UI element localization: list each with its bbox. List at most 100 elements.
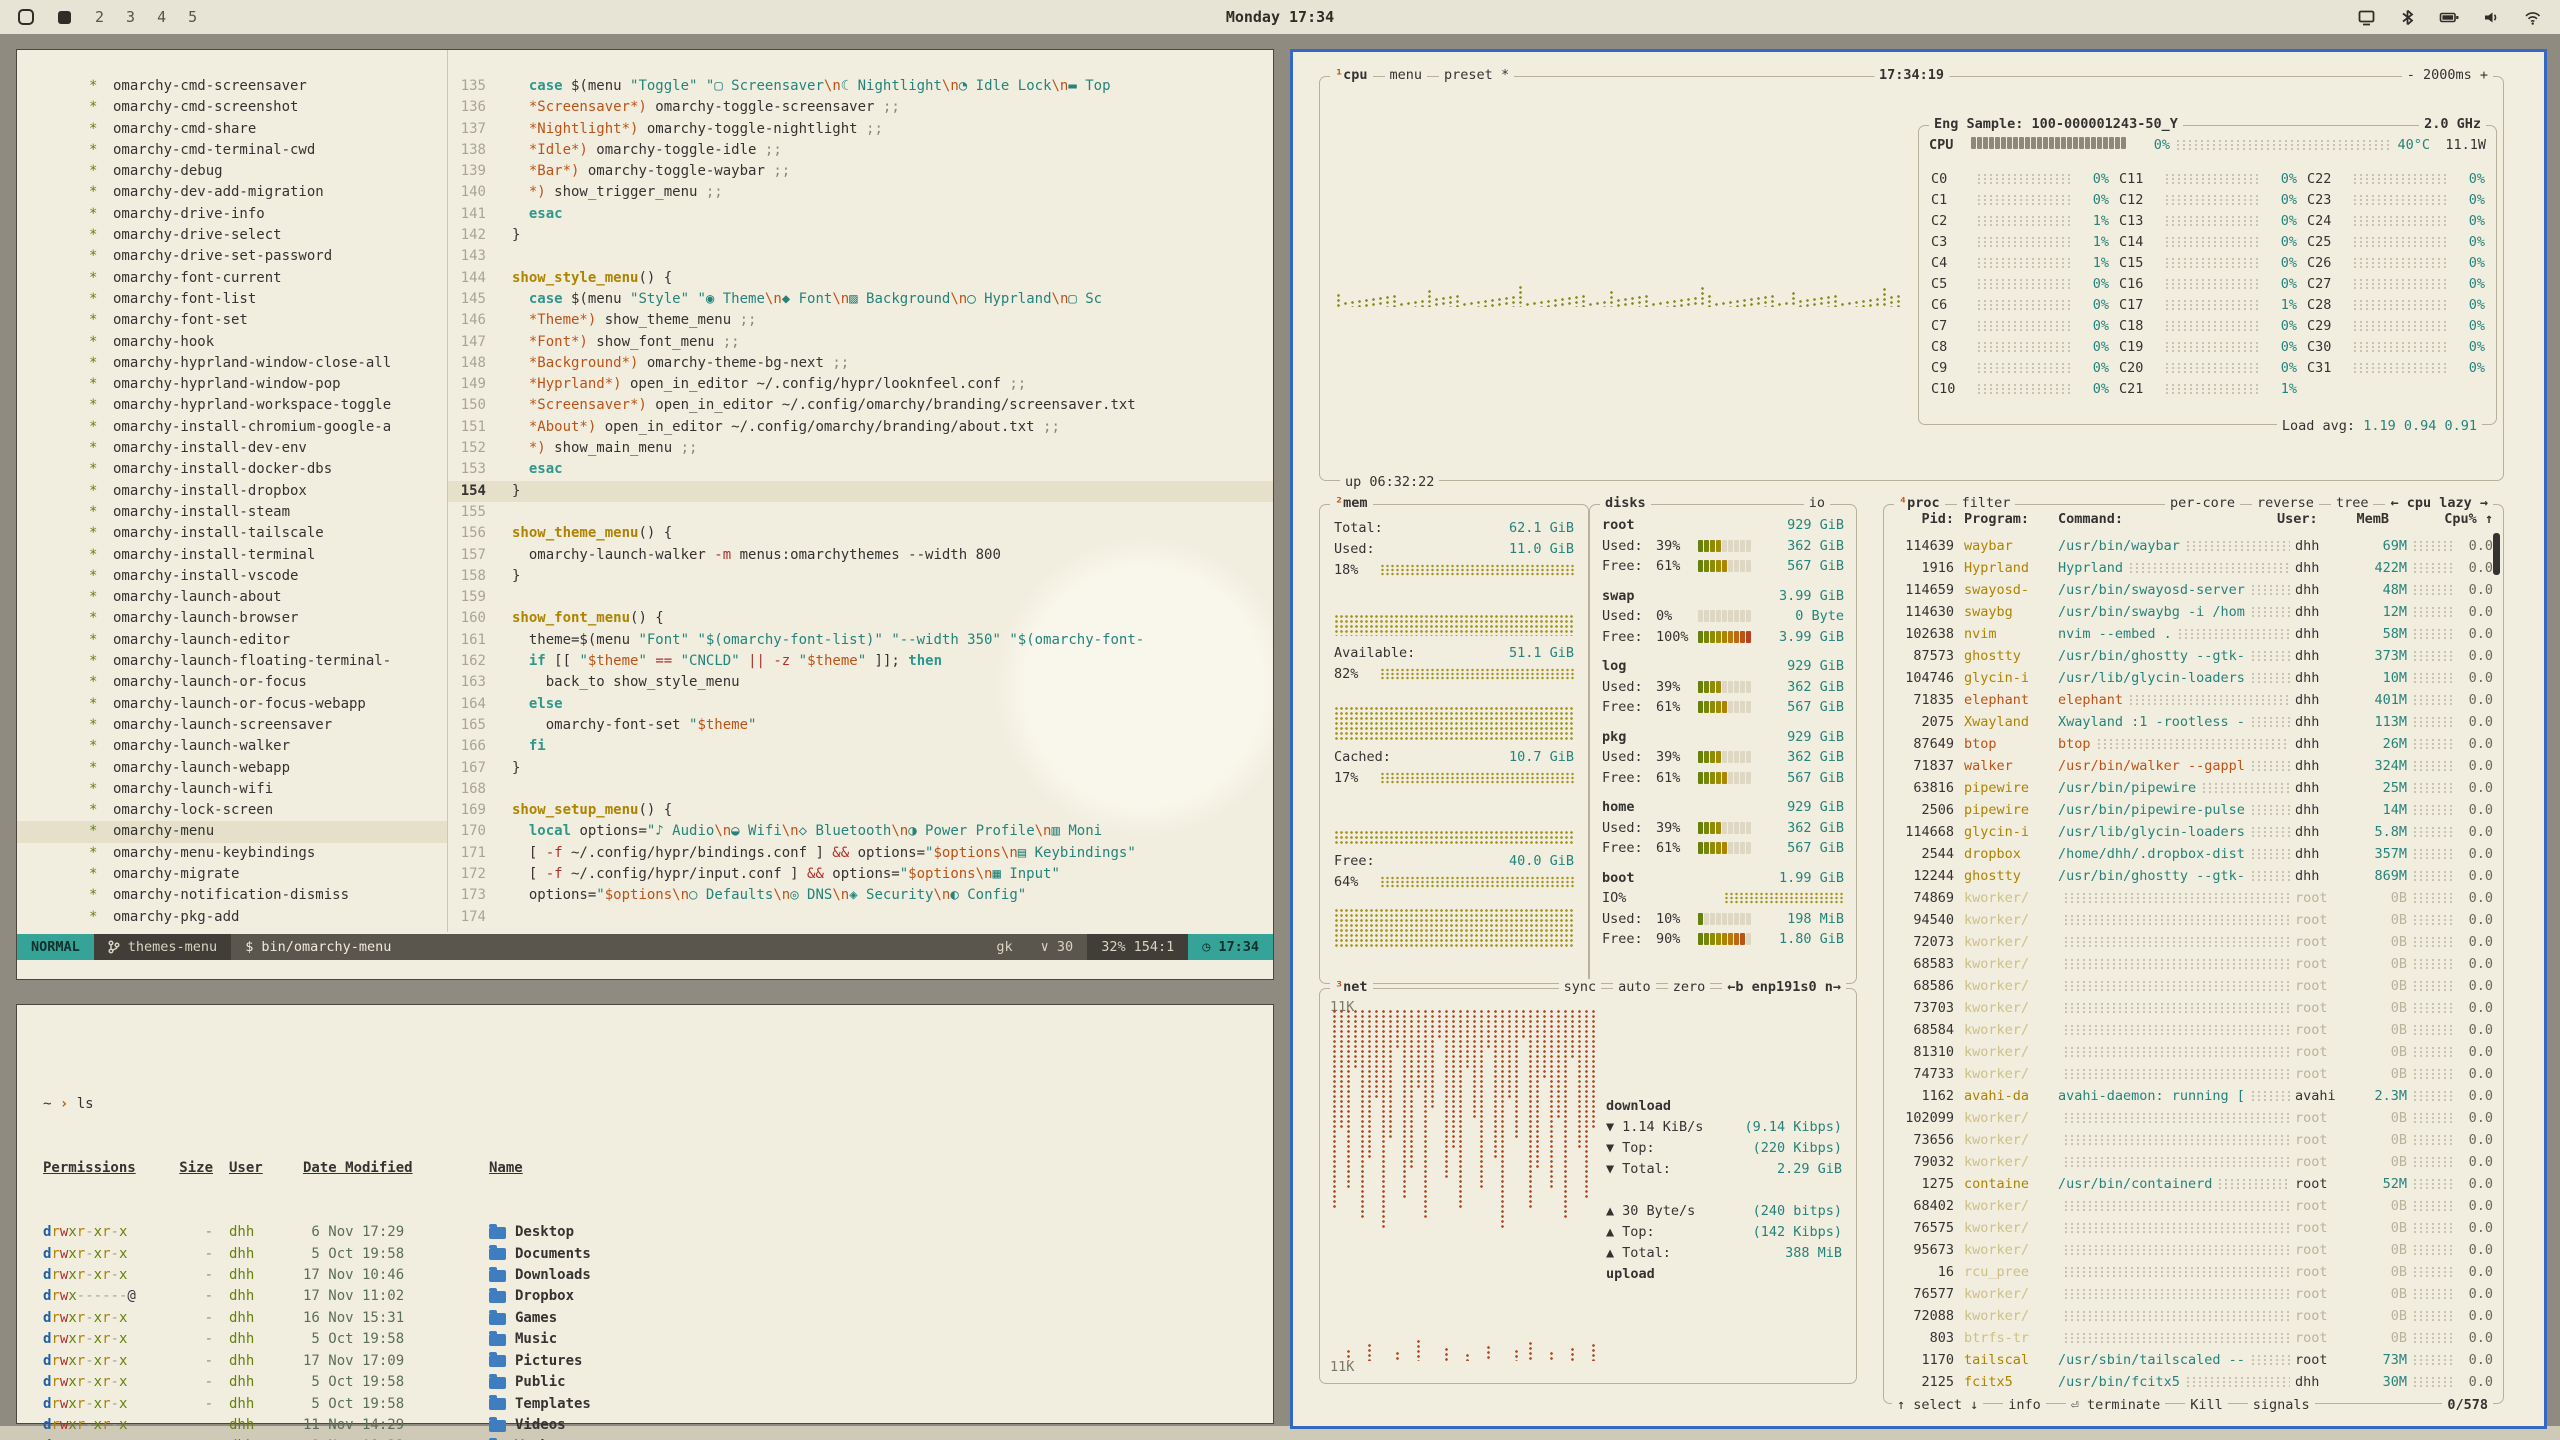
workspace-button-5[interactable]: 5 bbox=[188, 8, 197, 26]
file-item[interactable]: *omarchy-lock-screen bbox=[17, 800, 447, 821]
file-item[interactable]: *omarchy-install-terminal bbox=[17, 545, 447, 566]
process-row[interactable]: 71837walker/usr/bin/walker --gappldhh324… bbox=[1892, 755, 2493, 777]
workspace-button-2[interactable]: 2 bbox=[95, 8, 104, 26]
process-row[interactable]: 68583kworker/root0B0.0 bbox=[1892, 953, 2493, 975]
file-item[interactable]: *omarchy-install-chromium-google-a bbox=[17, 417, 447, 438]
file-item[interactable]: *omarchy-hyprland-workspace-toggle bbox=[17, 395, 447, 416]
process-row[interactable]: 1170tailscal/usr/sbin/tailscaled --root7… bbox=[1892, 1349, 2493, 1371]
process-row[interactable]: 1275containe/usr/bin/containerdroot52M0.… bbox=[1892, 1173, 2493, 1195]
process-row[interactable]: 1916HyprlandHyprlanddhh422M0.0 bbox=[1892, 557, 2493, 579]
proc-footer-key-3[interactable]: Kill bbox=[2185, 1397, 2228, 1413]
file-item[interactable]: *omarchy-launch-wifi bbox=[17, 779, 447, 800]
preset-button[interactable]: preset * bbox=[1439, 67, 1514, 83]
code-pane[interactable]: 135 case $(menu "Toggle" "▢ Screensaver\… bbox=[447, 50, 1273, 932]
mem-box-title[interactable]: ²mem bbox=[1330, 495, 1373, 511]
file-item[interactable]: *omarchy-launch-or-focus bbox=[17, 672, 447, 693]
process-row[interactable]: 72088kworker/root0B0.0 bbox=[1892, 1305, 2493, 1327]
process-row[interactable]: 114639waybar/usr/bin/waybardhh69M0.0 bbox=[1892, 535, 2493, 557]
process-row[interactable]: 74733kworker/root0B0.0 bbox=[1892, 1063, 2493, 1085]
file-item[interactable]: *omarchy-install-steam bbox=[17, 502, 447, 523]
process-row[interactable]: 76575kworker/root0B0.0 bbox=[1892, 1217, 2493, 1239]
file-item[interactable]: *omarchy-cmd-share bbox=[17, 119, 447, 140]
workspace-button-4[interactable]: 4 bbox=[157, 8, 166, 26]
file-item[interactable]: *omarchy-install-dev-env bbox=[17, 438, 447, 459]
process-row[interactable]: 79032kworker/root0B0.0 bbox=[1892, 1151, 2493, 1173]
process-row[interactable]: 68586kworker/root0B0.0 bbox=[1892, 975, 2493, 997]
file-list-pane[interactable]: *omarchy-cmd-screensaver*omarchy-cmd-scr… bbox=[17, 50, 447, 932]
process-row[interactable]: 74869kworker/root0B0.0 bbox=[1892, 887, 2493, 909]
process-row[interactable]: 2506pipewire/usr/bin/pipewire-pulsedhh14… bbox=[1892, 799, 2493, 821]
process-row[interactable]: 1162avahi-daavahi-daemon: running [avahi… bbox=[1892, 1085, 2493, 1107]
file-item[interactable]: *omarchy-launch-editor bbox=[17, 630, 447, 651]
file-item[interactable]: *omarchy-cmd-screenshot bbox=[17, 97, 447, 118]
wifi-icon[interactable] bbox=[2523, 8, 2542, 27]
process-row[interactable]: 95673kworker/root0B0.0 bbox=[1892, 1239, 2493, 1261]
file-item[interactable]: *omarchy-migrate bbox=[17, 864, 447, 885]
file-item[interactable]: *omarchy-drive-info bbox=[17, 204, 447, 225]
workspace-active-indicator[interactable] bbox=[58, 11, 71, 24]
reverse-toggle[interactable]: reverse bbox=[2252, 495, 2319, 511]
file-item[interactable]: *omarchy-drive-set-password bbox=[17, 246, 447, 267]
file-item[interactable]: *omarchy-install-vscode bbox=[17, 566, 447, 587]
file-item[interactable]: *omarchy-cmd-terminal-cwd bbox=[17, 140, 447, 161]
terminal-window[interactable]: ~ › ls PermissionsSizeUserDate ModifiedN… bbox=[16, 1004, 1274, 1424]
file-item[interactable]: *omarchy-launch-about bbox=[17, 587, 447, 608]
editor-window[interactable]: *omarchy-cmd-screensaver*omarchy-cmd-scr… bbox=[16, 49, 1274, 980]
process-row[interactable]: 71835elephantelephantdhh401M0.0 bbox=[1892, 689, 2493, 711]
file-item[interactable]: *omarchy-menu-keybindings bbox=[17, 843, 447, 864]
file-item[interactable]: *omarchy-launch-floating-terminal- bbox=[17, 651, 447, 672]
process-row[interactable]: 68402kworker/root0B0.0 bbox=[1892, 1195, 2493, 1217]
file-item[interactable]: *omarchy-menu bbox=[17, 821, 447, 842]
process-row[interactable]: 102099kworker/root0B0.0 bbox=[1892, 1107, 2493, 1129]
proc-footer-key-1[interactable]: info bbox=[2003, 1397, 2046, 1413]
file-item[interactable]: *omarchy-pkg-add bbox=[17, 907, 447, 928]
file-item[interactable]: *omarchy-drive-select bbox=[17, 225, 447, 246]
file-item[interactable]: *omarchy-hook bbox=[17, 332, 447, 353]
process-row[interactable]: 102638nvimnvim --embed .dhh58M0.0 bbox=[1892, 623, 2493, 645]
tree-toggle[interactable]: tree bbox=[2331, 495, 2374, 511]
net-interface[interactable]: ←b enp191s0 n→ bbox=[1722, 979, 1846, 995]
process-row[interactable]: 2075XwaylandXwayland :1 -rootless -dhh11… bbox=[1892, 711, 2493, 733]
file-item[interactable]: *omarchy-font-list bbox=[17, 289, 447, 310]
process-row[interactable]: 12244ghostty/usr/bin/ghostty --gtk-dhh86… bbox=[1892, 865, 2493, 887]
file-item[interactable]: *omarchy-launch-webapp bbox=[17, 758, 447, 779]
file-item[interactable]: *omarchy-hyprland-window-pop bbox=[17, 374, 447, 395]
file-item[interactable]: *omarchy-debug bbox=[17, 161, 447, 182]
file-item[interactable]: *omarchy-font-current bbox=[17, 268, 447, 289]
net-sync-toggle[interactable]: sync bbox=[1559, 979, 1602, 995]
process-row[interactable]: 114659swayosd-/usr/bin/swayosd-serverdhh… bbox=[1892, 579, 2493, 601]
process-row[interactable]: 76577kworker/root0B0.0 bbox=[1892, 1283, 2493, 1305]
per-core-toggle[interactable]: per-core bbox=[2165, 495, 2240, 511]
file-item[interactable]: *omarchy-hyprland-window-close-all bbox=[17, 353, 447, 374]
menu-button[interactable]: menu bbox=[1385, 67, 1428, 83]
net-box-title[interactable]: ³net bbox=[1330, 979, 1373, 995]
file-item[interactable]: *omarchy-launch-screensaver bbox=[17, 715, 447, 736]
file-item[interactable]: *omarchy-cmd-screensaver bbox=[17, 76, 447, 97]
sort-column-selector[interactable]: ← cpu lazy → bbox=[2385, 495, 2493, 511]
screencast-icon[interactable] bbox=[2357, 8, 2376, 27]
file-item[interactable]: *omarchy-dev-add-migration bbox=[17, 182, 447, 203]
file-item[interactable]: *omarchy-launch-browser bbox=[17, 608, 447, 629]
file-item[interactable]: *omarchy-launch-walker bbox=[17, 736, 447, 757]
process-row[interactable]: 2544dropbox/home/dhh/.dropbox-distdhh357… bbox=[1892, 843, 2493, 865]
process-row[interactable]: 803btrfs-trroot0B0.0 bbox=[1892, 1327, 2493, 1349]
file-item[interactable]: *omarchy-install-dropbox bbox=[17, 481, 447, 502]
file-item[interactable]: *omarchy-font-set bbox=[17, 310, 447, 331]
process-row[interactable]: 104746glycin-i/usr/lib/glycin-loadersdhh… bbox=[1892, 667, 2493, 689]
process-row[interactable]: 114668glycin-i/usr/lib/glycin-loadersdhh… bbox=[1892, 821, 2493, 843]
proc-box-title[interactable]: ⁴proc bbox=[1894, 495, 1945, 511]
process-row[interactable]: 81310kworker/root0B0.0 bbox=[1892, 1041, 2493, 1063]
file-item[interactable]: *omarchy-notification-dismiss bbox=[17, 885, 447, 906]
cpu-box-title[interactable]: ¹cpu bbox=[1330, 67, 1373, 83]
volume-icon[interactable] bbox=[2482, 8, 2501, 27]
process-row[interactable]: 87573ghostty/usr/bin/ghostty --gtk-dhh37… bbox=[1892, 645, 2493, 667]
file-item[interactable]: *omarchy-launch-or-focus-webapp bbox=[17, 694, 447, 715]
workspace-button-3[interactable]: 3 bbox=[126, 8, 135, 26]
file-item[interactable]: *omarchy-install-docker-dbs bbox=[17, 459, 447, 480]
process-scrollbar[interactable] bbox=[2493, 533, 2500, 575]
process-row[interactable]: 87649btopbtopdhh26M0.0 bbox=[1892, 733, 2493, 755]
proc-footer-key-4[interactable]: signals bbox=[2248, 1397, 2315, 1413]
process-row[interactable]: 73703kworker/root0B0.0 bbox=[1892, 997, 2493, 1019]
update-interval[interactable]: - 2000ms + bbox=[2402, 67, 2493, 83]
process-table-header[interactable]: Pid:Program:Command:User:MemBCpu% ↑ bbox=[1892, 511, 2493, 527]
